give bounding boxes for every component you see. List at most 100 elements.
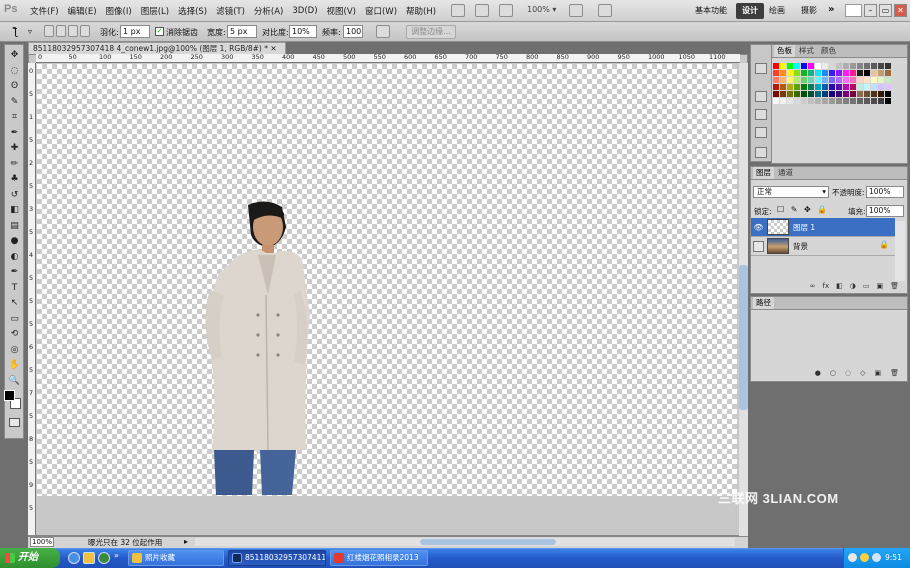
color-swatch[interactable]	[780, 70, 787, 77]
color-swatch[interactable]	[773, 91, 780, 98]
color-swatch[interactable]	[843, 77, 850, 84]
color-swatch[interactable]	[801, 91, 808, 98]
color-swatch[interactable]	[794, 91, 801, 98]
blend-mode-select[interactable]: 正常 ▾	[753, 186, 829, 198]
color-swatch[interactable]	[801, 84, 808, 91]
color-swatch[interactable]	[801, 77, 808, 84]
color-swatch[interactable]	[843, 98, 850, 105]
color-swatch[interactable]	[829, 84, 836, 91]
pen-icon[interactable]: ✒	[7, 266, 22, 279]
arrange-docs-icon[interactable]	[569, 4, 583, 17]
color-swatch[interactable]	[878, 98, 885, 105]
color-swatch[interactable]	[836, 70, 843, 77]
color-swatch[interactable]	[885, 84, 892, 91]
color-swatch[interactable]	[885, 91, 892, 98]
color-swatch[interactable]	[843, 63, 850, 70]
zoom-icon[interactable]: 🔍	[7, 375, 22, 388]
color-swatch[interactable]	[878, 77, 885, 84]
width-input[interactable]: 5 px	[227, 25, 257, 38]
refine-edge-button[interactable]: 调整边缘...	[406, 25, 456, 39]
link-layers-icon[interactable]: ∞	[810, 282, 816, 293]
color-swatch[interactable]	[857, 98, 864, 105]
color-swatch[interactable]	[794, 63, 801, 70]
workspace-paint[interactable]: 绘画	[764, 3, 790, 19]
layer-name[interactable]: 背景	[793, 241, 808, 252]
color-swatch[interactable]	[850, 70, 857, 77]
color-swatch[interactable]	[836, 77, 843, 84]
color-swatch[interactable]	[871, 77, 878, 84]
tab-layers[interactable]: 图层	[753, 167, 774, 179]
color-swatch[interactable]	[808, 63, 815, 70]
menu-view[interactable]: 视图(V)	[327, 5, 356, 17]
color-swatch[interactable]	[843, 70, 850, 77]
color-swatch[interactable]	[878, 84, 885, 91]
color-swatch[interactable]	[794, 84, 801, 91]
horizontal-ruler[interactable]: 0 50 100 150 200 250 300 350 400 450 500 550 600 650 7…	[36, 54, 740, 63]
subtract-selection-icon[interactable]	[68, 25, 78, 37]
tab-channels[interactable]: 通道	[775, 167, 796, 179]
status-zoom-input[interactable]: 100%	[30, 537, 54, 547]
color-swatch[interactable]	[780, 84, 787, 91]
color-swatch[interactable]	[871, 63, 878, 70]
new-layer-icon[interactable]: ▣	[876, 282, 883, 293]
color-swatch[interactable]	[808, 77, 815, 84]
minimize-button[interactable]: –	[864, 4, 877, 17]
color-swatch[interactable]	[850, 84, 857, 91]
workspace-basic[interactable]: 基本功能	[690, 3, 732, 19]
color-swatch[interactable]	[822, 91, 829, 98]
frequency-input[interactable]: 100	[343, 25, 363, 38]
color-swatch[interactable]	[836, 98, 843, 105]
color-swatch[interactable]	[857, 91, 864, 98]
quick-mask-icon[interactable]	[9, 418, 20, 427]
move-icon[interactable]: ✥	[7, 49, 22, 62]
color-swatch[interactable]	[822, 98, 829, 105]
color-swatch[interactable]	[822, 63, 829, 70]
color-swatch[interactable]	[773, 98, 780, 105]
color-swatch[interactable]	[871, 91, 878, 98]
make-work-path-icon[interactable]: ◇	[860, 369, 865, 379]
blur-icon[interactable]: ●	[7, 235, 22, 248]
contrast-input[interactable]: 10%	[289, 25, 317, 38]
zoom-select[interactable]: 100% ▾	[527, 5, 556, 14]
color-swatch[interactable]	[801, 70, 808, 77]
color-swatch[interactable]	[822, 84, 829, 91]
layer-mask-icon[interactable]: ◧	[836, 282, 843, 293]
color-swatch[interactable]	[780, 63, 787, 70]
intersect-selection-icon[interactable]	[80, 25, 90, 37]
color-swatch[interactable]	[850, 91, 857, 98]
color-swatch[interactable]	[836, 91, 843, 98]
color-swatch[interactable]	[780, 77, 787, 84]
color-swatch[interactable]	[864, 98, 871, 105]
hand-icon[interactable]: ✋	[7, 359, 22, 372]
adjustment-layer-icon[interactable]: ◑	[850, 282, 856, 293]
lasso-icon[interactable]: ʘ	[7, 80, 22, 93]
clone-source-icon[interactable]	[755, 147, 767, 158]
group-icon[interactable]: ▭	[863, 282, 870, 293]
menu-image[interactable]: 图像(I)	[106, 5, 132, 17]
document-vertical-scroll-thumb[interactable]	[739, 265, 748, 410]
color-swatch[interactable]	[773, 63, 780, 70]
tablet-pressure-icon[interactable]	[376, 25, 390, 38]
canvas[interactable]	[37, 64, 737, 496]
color-swatch[interactable]	[857, 77, 864, 84]
color-swatch[interactable]	[843, 91, 850, 98]
color-swatch[interactable]	[815, 91, 822, 98]
color-swatch[interactable]	[871, 70, 878, 77]
quick-select-icon[interactable]: ✎	[7, 96, 22, 109]
color-swatch[interactable]	[808, 84, 815, 91]
color-swatch[interactable]	[878, 63, 885, 70]
foreground-color-swatch[interactable]	[4, 390, 15, 401]
color-swatch[interactable]	[787, 77, 794, 84]
color-swatch[interactable]	[815, 63, 822, 70]
color-swatch[interactable]	[864, 63, 871, 70]
menu-window[interactable]: 窗口(W)	[365, 5, 397, 17]
color-swatch[interactable]	[843, 84, 850, 91]
color-swatch[interactable]	[773, 70, 780, 77]
menu-help[interactable]: 帮助(H)	[406, 5, 436, 17]
color-swatch[interactable]	[822, 77, 829, 84]
vertical-ruler[interactable]: 0 5 1 5 2 5 3 5 4 5 5 5 6 5 7 5 8 5 9 5	[28, 63, 36, 535]
menu-analysis[interactable]: 分析(A)	[254, 5, 283, 17]
quicklaunch-more-icon[interactable]: »	[114, 551, 119, 560]
color-swatch[interactable]	[773, 84, 780, 91]
security-icon[interactable]	[860, 553, 869, 562]
